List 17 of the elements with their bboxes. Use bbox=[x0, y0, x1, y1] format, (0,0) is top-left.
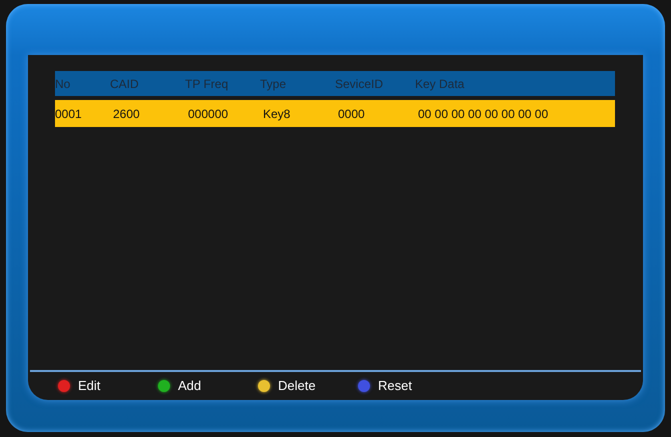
column-header: SeviceID bbox=[335, 76, 384, 92]
column-header: No bbox=[55, 76, 72, 92]
column-header: Key Data bbox=[415, 76, 466, 92]
column-header: Type bbox=[260, 76, 288, 92]
table-row[interactable]: 0001 2600 000000 Key8 0000 00 00 00 00 00 00 00 00 bbox=[55, 100, 615, 127]
table-cell: 000000 bbox=[188, 106, 228, 120]
key-label: Add bbox=[178, 377, 202, 396]
table-cell: Key8 bbox=[263, 106, 290, 120]
key-label: Reset bbox=[378, 377, 412, 396]
table-cell: 0001 bbox=[55, 106, 82, 120]
column-header: TP Freq bbox=[185, 76, 230, 92]
table-cell: 0000 bbox=[338, 106, 365, 120]
column-header: CAID bbox=[110, 76, 140, 92]
key-label: Delete bbox=[278, 377, 316, 396]
table-cell: 00 00 00 00 00 00 00 00 bbox=[418, 106, 548, 120]
table-cell: 2600 bbox=[113, 106, 140, 120]
key-label: Edit bbox=[78, 377, 100, 396]
